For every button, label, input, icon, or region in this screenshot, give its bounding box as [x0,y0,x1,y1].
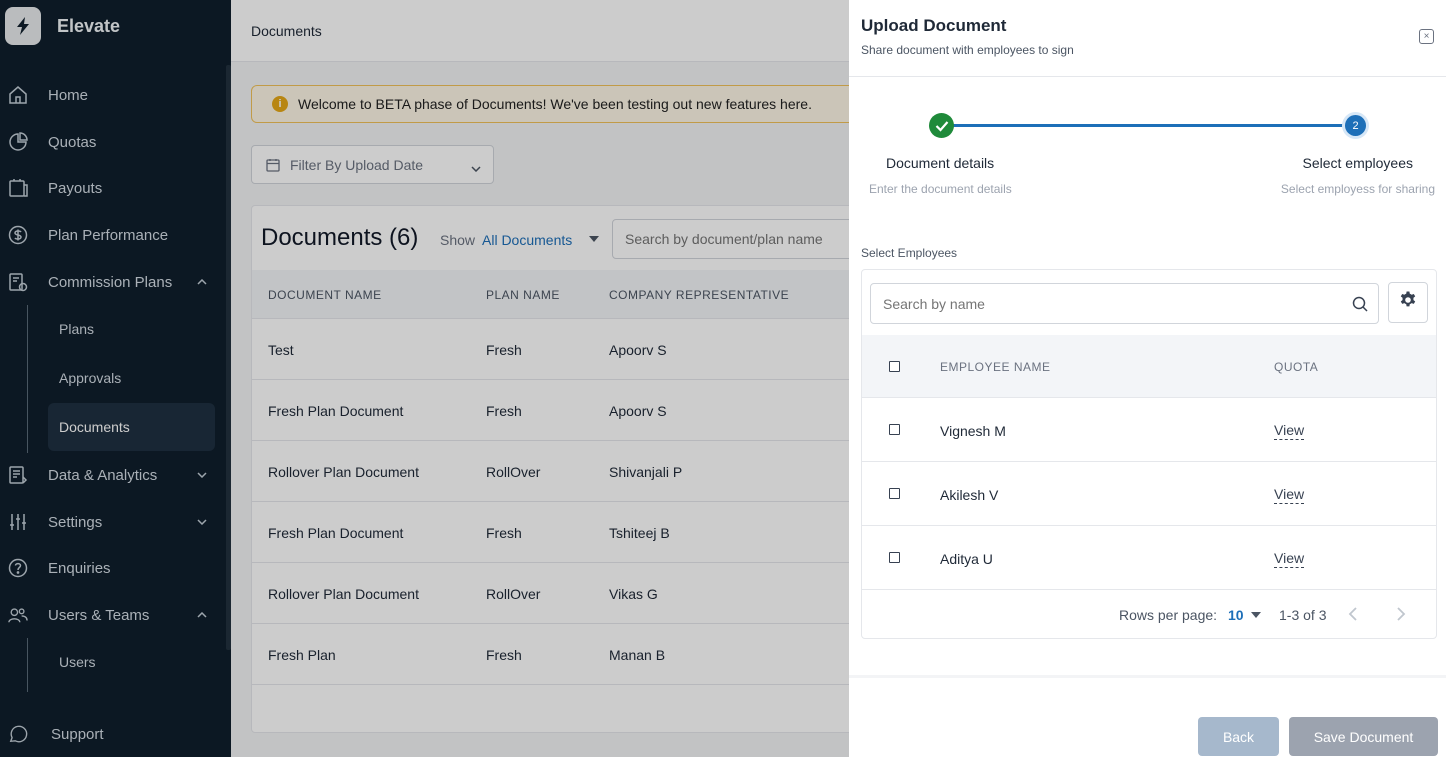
stepper-connector [942,124,1356,127]
drawer-subtitle: Share document with employees to sign [861,43,1074,57]
rows-per-page-select[interactable]: 10 [1228,607,1244,623]
select-all-checkbox[interactable] [889,361,900,372]
step-complete-check-icon [929,113,954,138]
step-2-description: Select employess for sharing [1280,182,1435,196]
gear-icon [1398,290,1418,315]
rows-per-page-label: Rows per page: [1119,607,1218,623]
row-checkbox[interactable] [889,424,900,435]
search-icon [1352,296,1368,317]
row-checkbox[interactable] [889,552,900,563]
step-2-indicator: 2 [1345,115,1366,136]
row-checkbox[interactable] [889,488,900,499]
employee-name: Aditya U [940,551,993,567]
modal-backdrop[interactable] [0,0,849,757]
chevron-left-icon[interactable] [1348,606,1358,625]
view-quota-link[interactable]: View [1274,550,1305,568]
drawer-title: Upload Document [861,16,1007,35]
employee-search-input[interactable] [871,284,1341,323]
column-settings-button[interactable] [1388,282,1428,323]
table-row[interactable]: Akilesh V View [862,462,1436,526]
col-quota: QUOTA [1274,360,1319,374]
step-1-description: Enter the document details [869,182,1012,196]
close-icon[interactable]: × [1419,29,1434,44]
view-quota-link[interactable]: View [1274,422,1305,440]
back-button[interactable]: Back [1198,717,1279,756]
save-document-button[interactable]: Save Document [1289,717,1438,756]
divider [849,76,1446,77]
employee-name: Akilesh V [940,487,999,503]
employee-table-header: EMPLOYEE NAME QUOTA [862,335,1436,398]
table-row[interactable]: Aditya U View [862,526,1436,590]
employee-name: Vignesh M [940,423,1006,439]
caret-down-icon[interactable] [1251,612,1261,618]
view-quota-link[interactable]: View [1274,486,1305,504]
pagination-range: 1-3 of 3 [1279,607,1327,623]
upload-document-drawer: Upload Document Share document with empl… [849,0,1446,757]
employee-selector: EMPLOYEE NAME QUOTA Vignesh M View Akile… [861,269,1437,639]
select-employees-label: Select Employees [861,246,958,260]
table-row[interactable]: Vignesh M View [862,398,1436,462]
footer-divider [849,675,1446,678]
step-1-title: Document details [886,155,995,171]
table-pagination: Rows per page: 10 1-3 of 3 [862,590,1436,638]
chevron-right-icon[interactable] [1396,606,1406,625]
step-2-title: Select employees [1302,155,1413,171]
employee-search[interactable] [870,283,1379,324]
col-employee-name: EMPLOYEE NAME [940,360,1051,374]
